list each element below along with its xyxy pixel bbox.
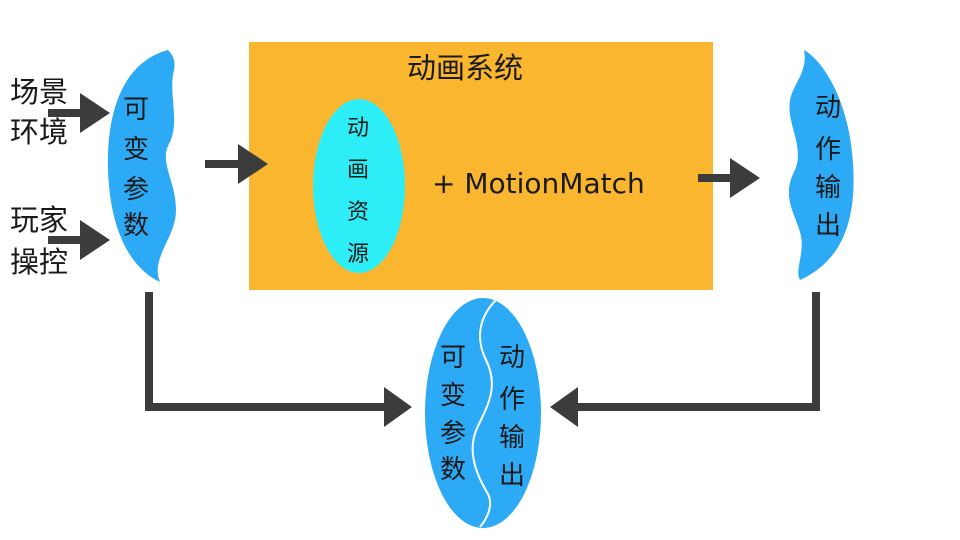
resource-char-1: 动 <box>347 116 369 141</box>
animation-system-title: 动画系统 <box>407 51 523 85</box>
combined-left-char-4: 数 <box>440 455 466 485</box>
combined-right-char-1: 动 <box>499 343 525 373</box>
player-label-line2: 操控 <box>10 245 68 279</box>
scene-label-line1: 场景 <box>10 75 68 109</box>
diagram-canvas: 动画系统 动 画 资 源 + MotionMatch 场景 环境 玩家 操控 可… <box>10 42 854 528</box>
output-char-3: 输 <box>815 173 841 203</box>
scene-label-line2: 环境 <box>10 115 68 149</box>
variable-params-shape <box>107 50 176 282</box>
resource-char-2: 画 <box>347 158 369 183</box>
output-char-2: 作 <box>815 135 841 165</box>
params-char-2: 变 <box>123 135 149 165</box>
action-output-shape <box>788 50 854 280</box>
combined-left-char-2: 变 <box>440 381 466 411</box>
output-char-1: 动 <box>815 93 841 123</box>
params-char-3: 参 <box>123 175 149 205</box>
resource-char-4: 源 <box>347 242 369 267</box>
combined-left-char-3: 参 <box>440 419 466 449</box>
combined-right-char-4: 出 <box>499 461 525 491</box>
arrow-output-to-combined <box>550 292 820 427</box>
combined-right-char-2: 作 <box>499 385 525 415</box>
params-char-4: 数 <box>123 211 149 241</box>
combined-right-char-3: 输 <box>499 423 525 453</box>
params-char-1: 可 <box>123 95 149 125</box>
output-char-4: 出 <box>815 211 841 241</box>
resource-char-3: 资 <box>347 200 369 225</box>
player-label-line1: 玩家 <box>10 203 68 237</box>
combined-left-char-1: 可 <box>440 343 466 373</box>
arrow-params-to-combined <box>145 292 412 427</box>
motion-match-label: + MotionMatch <box>432 167 645 200</box>
